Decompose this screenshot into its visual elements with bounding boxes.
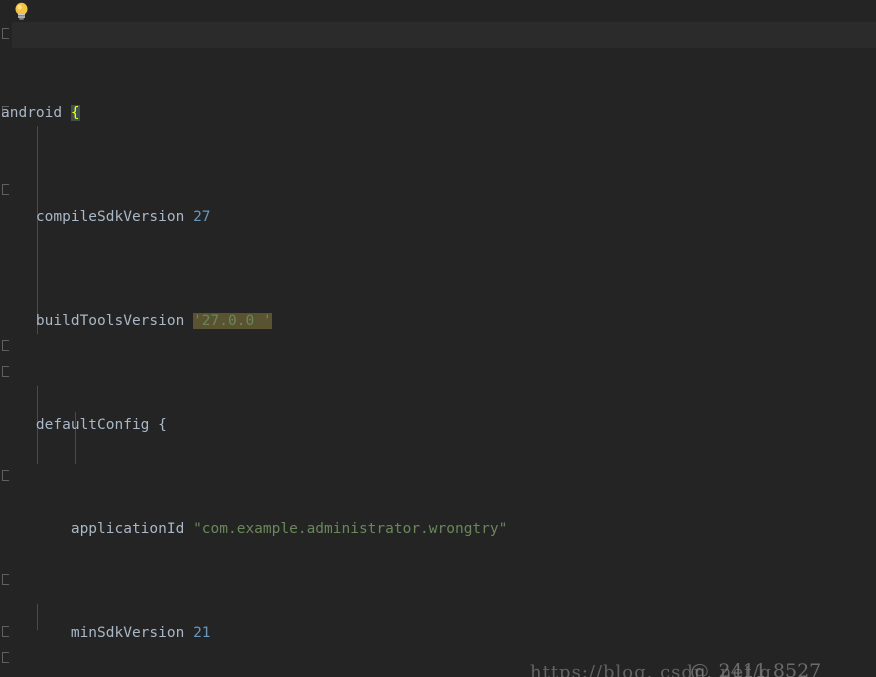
token-brace-open-highlight: { xyxy=(70,105,80,121)
code-line[interactable]: compileSdkVersion 27 xyxy=(0,204,876,230)
token-compileSdkVersion-value: 27 xyxy=(193,209,211,225)
token-android: android xyxy=(1,105,63,121)
token-minSdkVersion: minSdkVersion xyxy=(70,625,185,641)
token-minSdkVersion-value: 21 xyxy=(193,625,211,641)
code-line[interactable]: buildToolsVersion '27.0.0 ' xyxy=(0,308,876,334)
watermark-overlay: @_2411 8527 xyxy=(690,660,822,677)
lightbulb-icon[interactable] xyxy=(13,2,30,20)
editor-surface[interactable]: android { compileSdkVersion 27 buildTool… xyxy=(0,22,876,677)
code-line[interactable]: android { xyxy=(0,100,876,126)
code-text-layer[interactable]: android { compileSdkVersion 27 buildTool… xyxy=(0,22,876,677)
token-compileSdkVersion: compileSdkVersion xyxy=(35,209,185,225)
code-line[interactable]: applicationId "com.example.administrator… xyxy=(0,516,876,542)
token-applicationId-value: "com.example.administrator.wrongtry" xyxy=(193,521,508,537)
intention-strip xyxy=(0,0,876,22)
token-applicationId: applicationId xyxy=(70,521,185,537)
code-line[interactable]: defaultConfig { xyxy=(0,412,876,438)
token-buildToolsVersion: buildToolsVersion xyxy=(35,313,185,329)
code-line[interactable]: minSdkVersion 21 xyxy=(0,620,876,646)
token-brace-open: { xyxy=(158,417,167,433)
token-defaultConfig: defaultConfig xyxy=(35,417,150,433)
token-buildToolsVersion-value: '27.0.0 ' xyxy=(193,313,272,329)
code-editor-window: android { compileSdkVersion 27 buildTool… xyxy=(0,0,876,677)
